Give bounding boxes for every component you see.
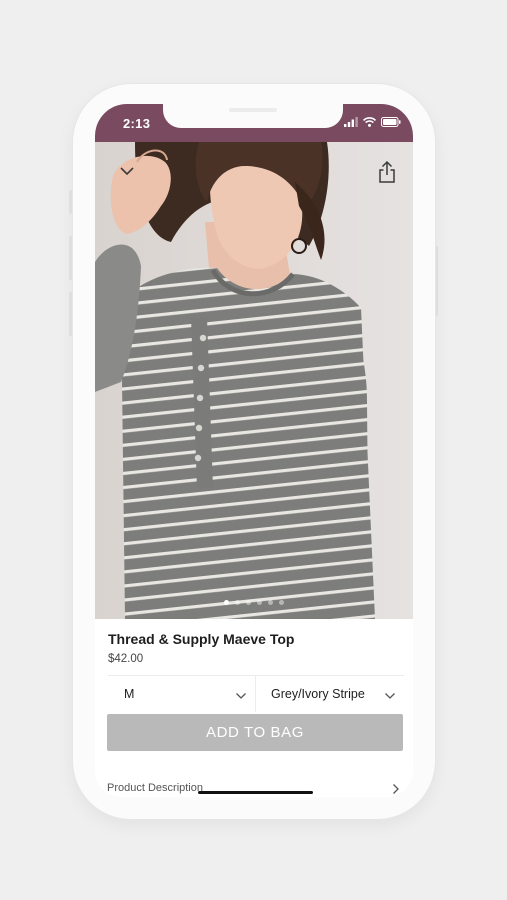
carousel-dot[interactable]: [257, 600, 262, 605]
speaker-grille: [229, 108, 277, 112]
phone-screen: 2:13 Thread & Supply Maeve Top $42.00 M …: [95, 104, 413, 797]
app-screenshot: 2:13 Thread & Supply Maeve Top $42.00 M …: [0, 0, 507, 900]
status-time: 2:13: [123, 116, 151, 131]
status-icons: [344, 117, 401, 129]
product-photo-illustration: [95, 142, 413, 619]
home-indicator[interactable]: [198, 791, 313, 794]
status-bar: 2:13: [95, 104, 413, 142]
size-select-value: M: [124, 687, 135, 701]
carousel-dot[interactable]: [224, 600, 229, 605]
battery-icon: [381, 114, 401, 132]
option-selectors: M Grey/Ivory Stripe: [108, 676, 404, 712]
carousel-dot[interactable]: [268, 600, 273, 605]
add-to-bag-button[interactable]: ADD TO BAG: [107, 714, 403, 751]
chevron-down-icon: [235, 689, 247, 703]
product-title: Thread & Supply Maeve Top: [108, 631, 295, 647]
carousel-dots[interactable]: [95, 600, 413, 605]
carousel-dot[interactable]: [235, 600, 240, 605]
notch: [163, 104, 343, 128]
chevron-down-icon[interactable]: [117, 164, 137, 178]
product-price: $42.00: [108, 653, 144, 665]
chevron-right-icon: [392, 782, 400, 797]
color-select-value: Grey/Ivory Stripe: [271, 687, 365, 701]
color-select[interactable]: Grey/Ivory Stripe: [256, 676, 404, 712]
phone-power-button: [435, 246, 438, 316]
product-image[interactable]: [95, 142, 413, 619]
size-select[interactable]: M: [108, 676, 256, 712]
phone-volume-down: [69, 292, 72, 336]
carousel-dot[interactable]: [279, 600, 284, 605]
share-icon[interactable]: [377, 160, 397, 184]
carousel-dot[interactable]: [246, 600, 251, 605]
phone-volume-up: [69, 236, 72, 280]
cellular-signal-icon: [344, 114, 358, 132]
wifi-icon: [362, 114, 377, 132]
chevron-down-icon: [384, 689, 396, 703]
phone-mute-switch: [69, 190, 72, 214]
product-description-label: Product Description: [107, 782, 203, 794]
